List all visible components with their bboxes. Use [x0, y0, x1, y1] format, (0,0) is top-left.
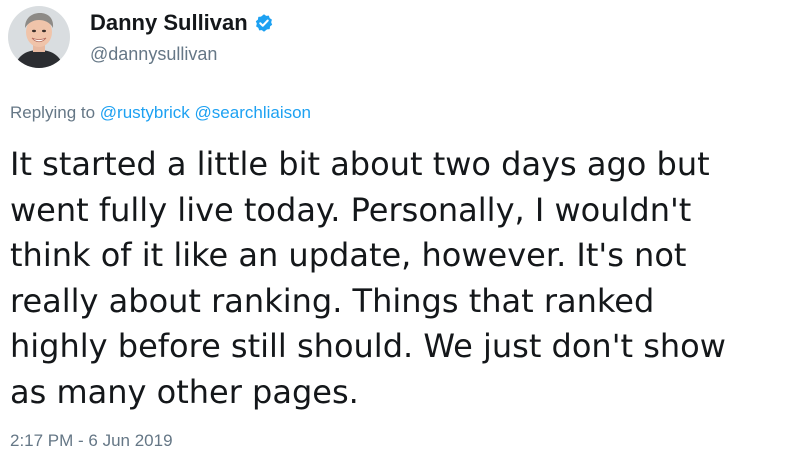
author-handle[interactable]: @dannysullivan — [90, 44, 217, 65]
author-name-row[interactable]: Danny Sullivan — [90, 8, 274, 38]
tweet-card: Danny Sullivan @dannysullivan Replying t… — [0, 0, 800, 464]
tweet-timestamp[interactable]: 2:17 PM - 6 Jun 2019 — [10, 431, 173, 451]
mention-link-rustybrick[interactable]: @rustybrick — [100, 103, 190, 122]
verified-badge-icon — [254, 13, 274, 33]
replying-to-label: Replying to — [10, 103, 96, 122]
avatar[interactable] — [8, 6, 70, 68]
tweet-text-line: highly before still should. We just don'… — [10, 327, 726, 365]
tweet-text-line: really about ranking. Things that ranked — [10, 281, 655, 320]
tweet-text-line: think of it like an update, however. It'… — [10, 236, 687, 274]
replying-to: Replying to @rustybrick @searchliaison — [10, 103, 311, 123]
tweet-text: It started a little bit about two days a… — [10, 142, 795, 415]
mention-link-searchliaison[interactable]: @searchliaison — [195, 103, 311, 122]
tweet-text-line: went fully live today. Personally, I wou… — [10, 190, 692, 229]
tweet-text-line: as many other pages. — [10, 372, 359, 411]
author-display-name[interactable]: Danny Sullivan — [90, 10, 248, 36]
tweet-text-line: It started a little bit about two days a… — [10, 145, 710, 183]
avatar-image — [8, 6, 70, 68]
